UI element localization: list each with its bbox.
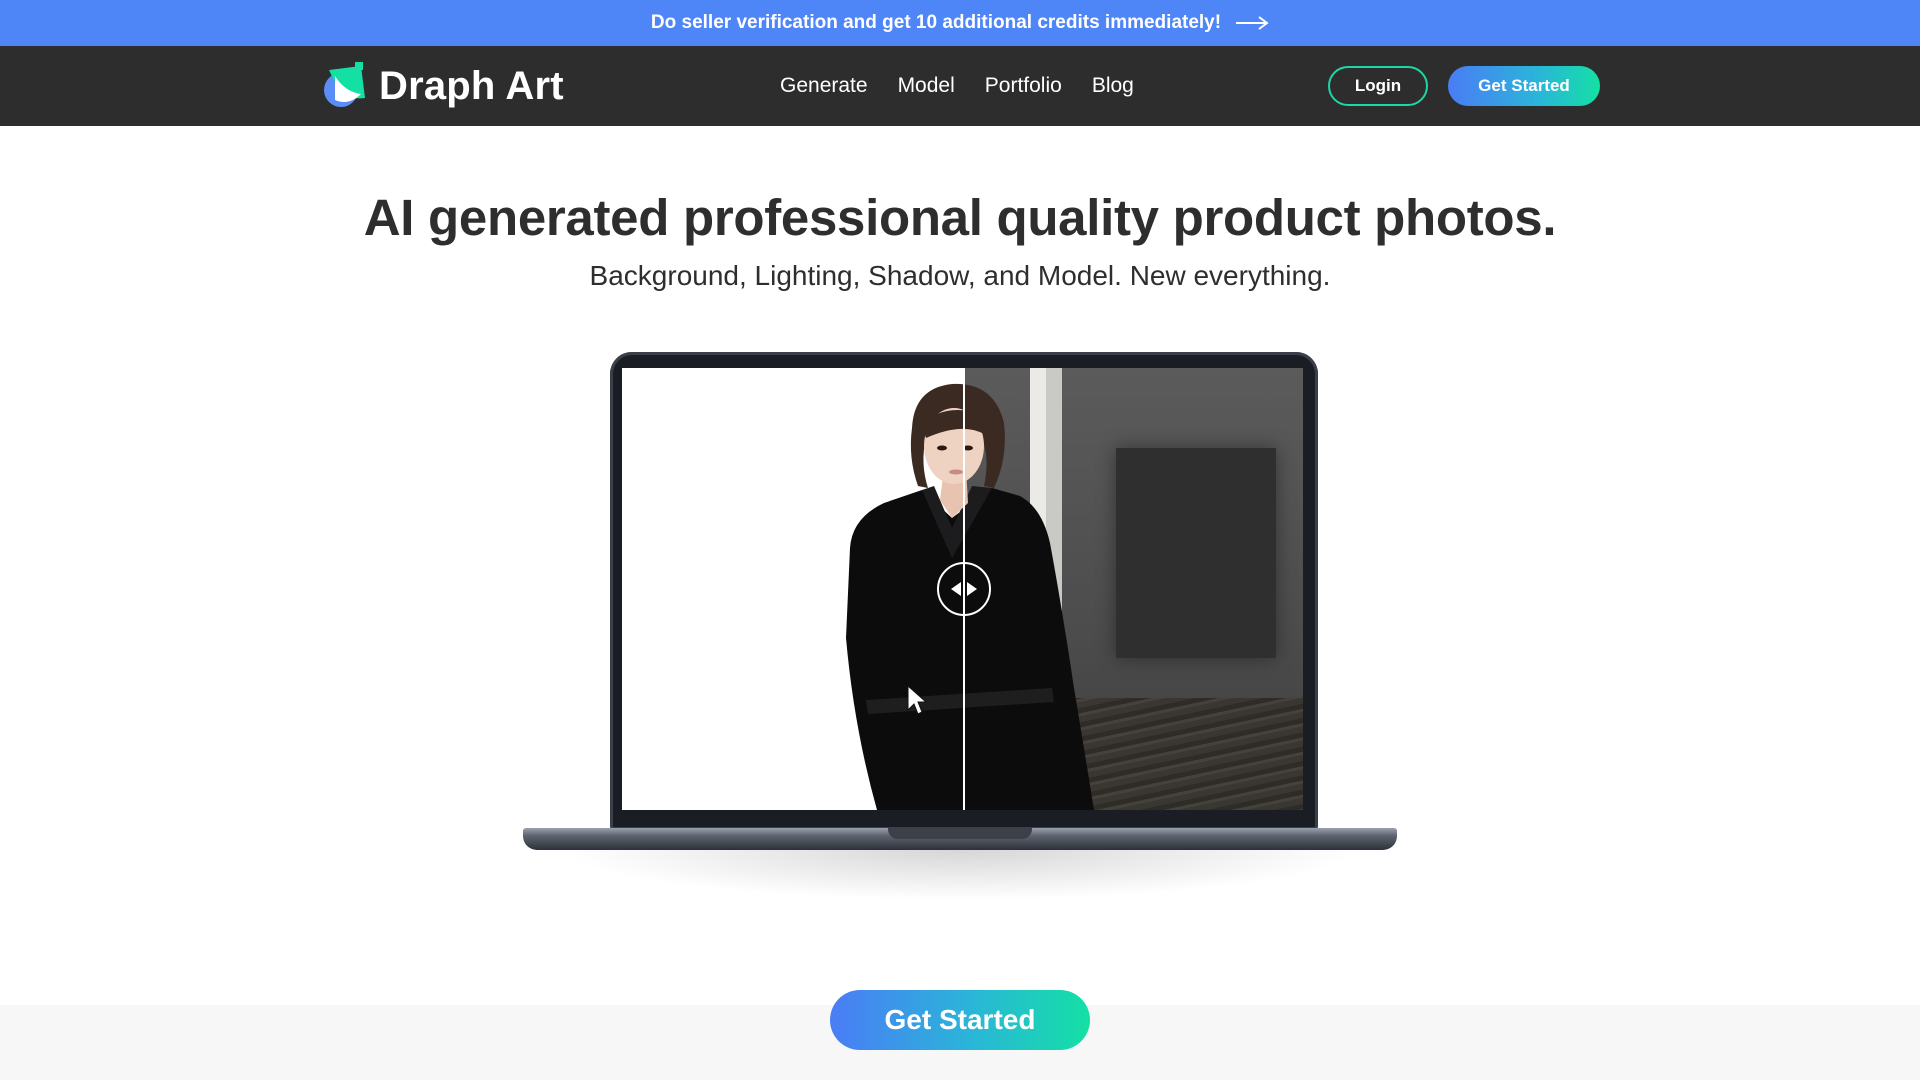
get-started-cta-button[interactable]: Get Started: [830, 990, 1090, 1050]
before-after-slider[interactable]: [622, 368, 1303, 810]
draph-logo-icon: [324, 62, 365, 107]
promo-banner[interactable]: Do seller verification and get 10 additi…: [0, 0, 1920, 46]
brand-name: Draph Art: [379, 63, 564, 108]
nav-link-portfolio[interactable]: Portfolio: [985, 74, 1062, 98]
brand-logo-link[interactable]: Draph Art: [321, 62, 564, 110]
nav-link-model[interactable]: Model: [898, 74, 955, 98]
long-arrow-right-icon: [1236, 16, 1269, 30]
nav-link-blog[interactable]: Blog: [1092, 74, 1134, 98]
get-started-nav-button[interactable]: Get Started: [1448, 66, 1600, 106]
login-button[interactable]: Login: [1328, 66, 1428, 106]
main-nav: Generate Model Portfolio Blog: [780, 46, 1134, 126]
navbar: Draph Art Generate Model Portfolio Blog …: [0, 46, 1920, 126]
laptop-mockup: [520, 350, 1400, 910]
compare-handle[interactable]: [937, 562, 991, 616]
laptop-notch: [888, 828, 1032, 839]
hero-title: AI generated professional quality produc…: [363, 189, 1557, 246]
left-right-arrows-icon: [951, 582, 977, 596]
laptop-shadow: [560, 850, 1360, 900]
promo-text: Do seller verification and get 10 additi…: [650, 12, 1222, 33]
hero-subtitle: Background, Lighting, Shadow, and Model.…: [589, 260, 1331, 291]
nav-link-generate[interactable]: Generate: [780, 74, 868, 98]
